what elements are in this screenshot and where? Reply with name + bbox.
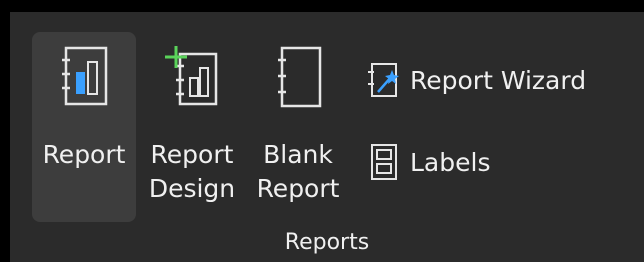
reports-ribbon-group: Report Report Design Blank Report Report… <box>10 12 644 262</box>
report-wizard-button[interactable]: Report Wizard <box>362 60 586 100</box>
blank-report-icon <box>263 42 333 112</box>
blank-report-label: Blank Report <box>256 140 340 203</box>
report-wizard-icon <box>362 60 404 100</box>
report-button[interactable]: Report <box>32 32 136 222</box>
report-wizard-label: Report Wizard <box>410 65 587 95</box>
report-icon <box>49 42 119 112</box>
labels-label: Labels <box>410 147 491 177</box>
labels-button[interactable]: Labels <box>362 142 490 182</box>
report-label: Report <box>42 140 126 169</box>
group-label: Reports <box>284 230 370 255</box>
blank-report-button[interactable]: Blank Report <box>250 32 346 222</box>
report-design-label: Report Design <box>148 140 236 203</box>
labels-icon <box>362 142 404 182</box>
report-design-button[interactable]: Report Design <box>144 32 240 222</box>
report-design-icon <box>157 42 227 112</box>
